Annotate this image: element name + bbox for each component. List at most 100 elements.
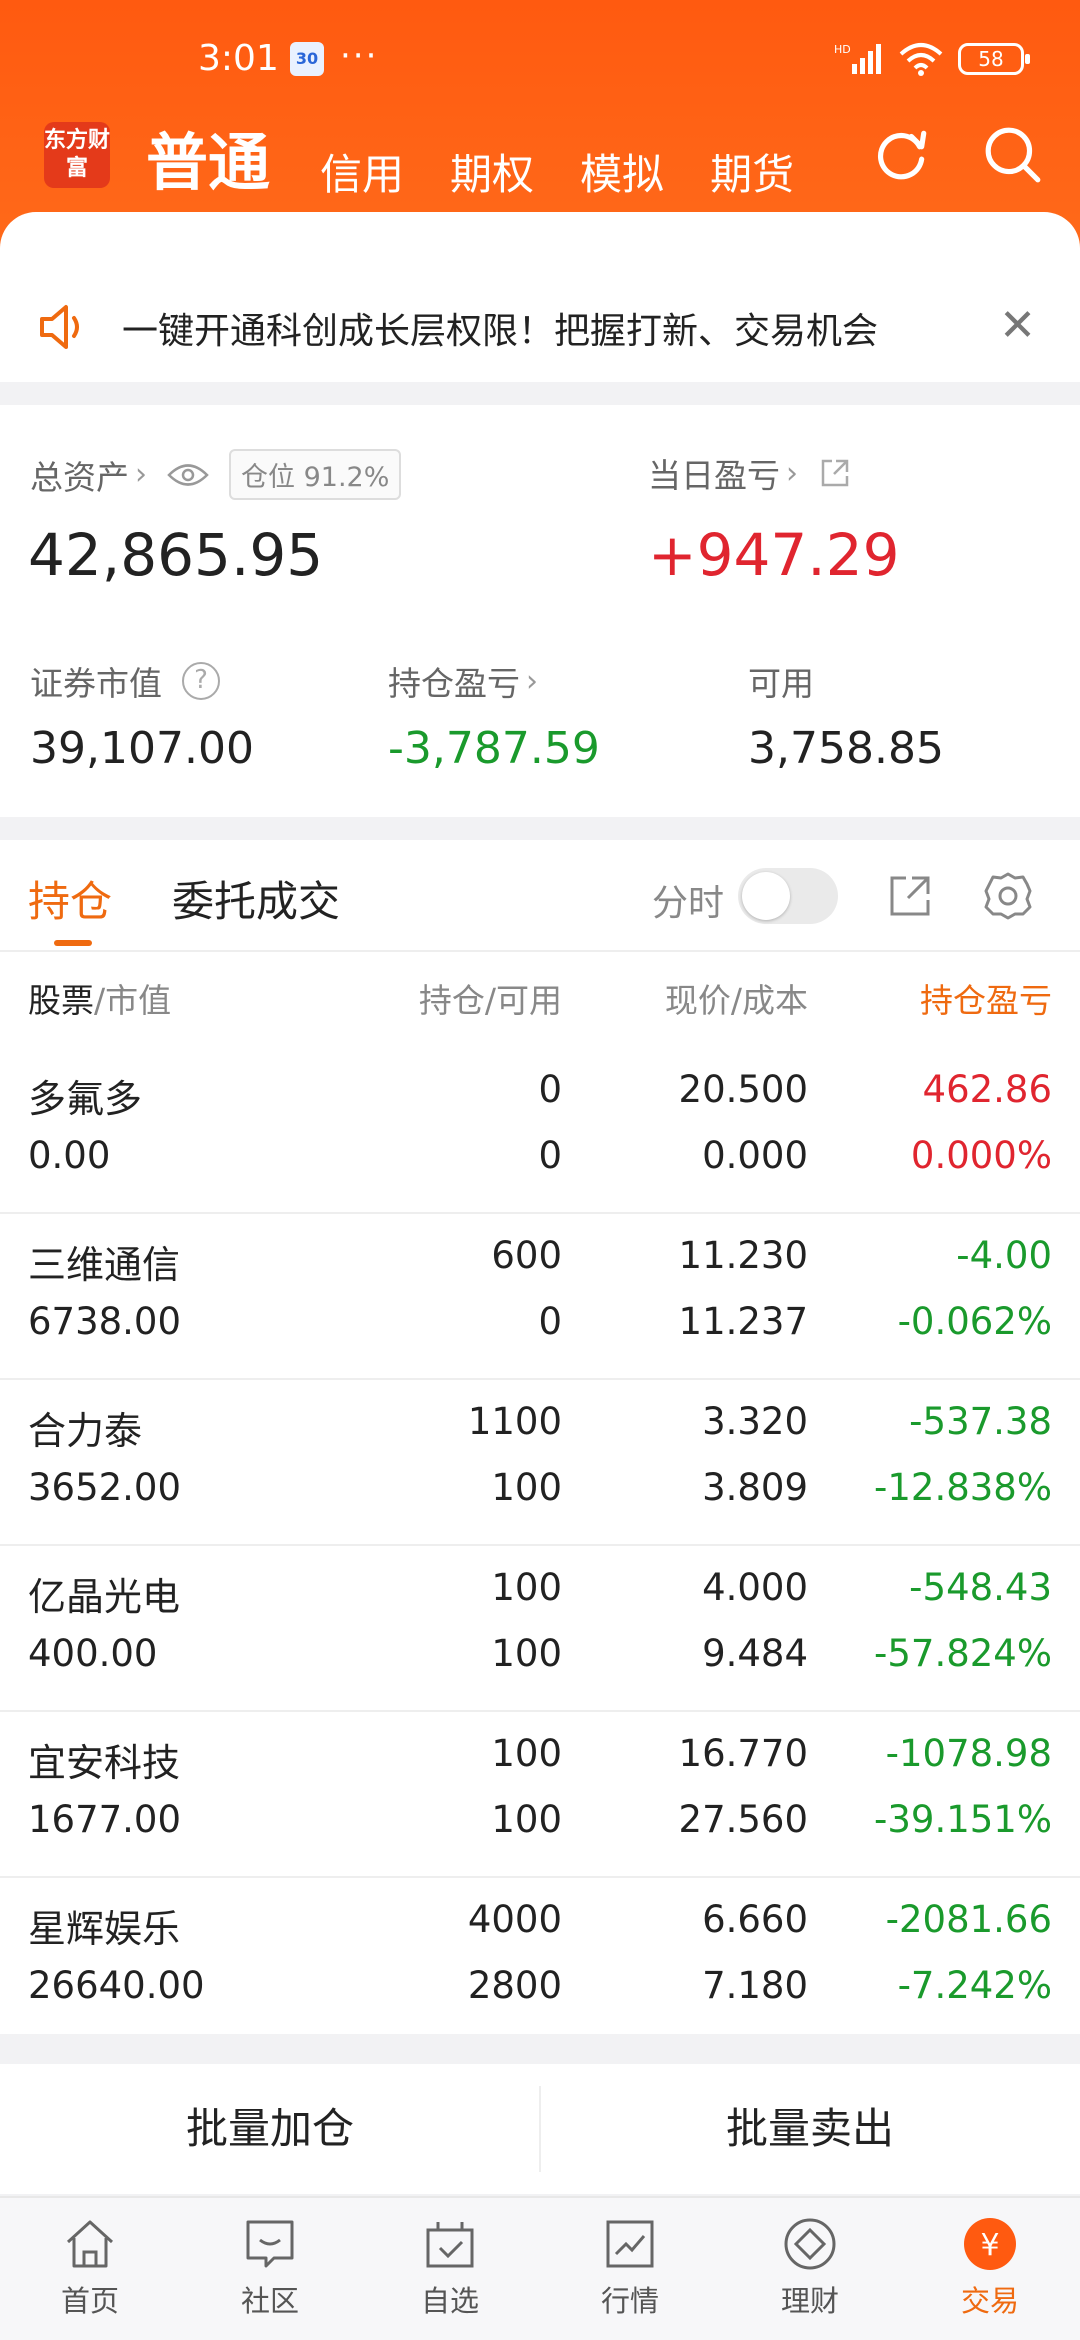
table-row[interactable]: 三维通信 6738.00 600 0 11.230 11.237 -4.00 -…: [0, 1214, 1080, 1380]
fenshi-toggle[interactable]: [738, 868, 838, 924]
tab-normal[interactable]: 普通: [146, 112, 270, 202]
share-icon[interactable]: [818, 456, 852, 490]
current-price: 4.000: [702, 1566, 808, 1609]
stock-name: 三维通信: [28, 1243, 181, 1287]
holding-qty: 600: [491, 1234, 562, 1277]
watchlist-icon: [426, 2222, 474, 2268]
current-price: 6.660: [702, 1898, 808, 1941]
cost-price: 9.484: [702, 1632, 808, 1675]
stock-name: 合力泰: [28, 1409, 143, 1453]
col-price: 现价/成本: [664, 981, 808, 1020]
help-icon[interactable]: ?: [182, 662, 220, 700]
gear-icon[interactable]: [982, 870, 1034, 922]
nav-market[interactable]: 行情: [540, 2214, 720, 2320]
batch-add-button[interactable]: 批量加仓: [0, 2064, 540, 2194]
securities-value: 39,107.00: [30, 723, 254, 774]
available-qty: 0: [538, 1134, 562, 1177]
tab-credit[interactable]: 信用: [320, 141, 404, 202]
pl-amount: -1078.98: [885, 1732, 1052, 1775]
cost-price: 7.180: [702, 1964, 808, 2007]
search-icon[interactable]: [982, 124, 1044, 186]
tab-futures[interactable]: 期货: [710, 141, 794, 202]
nav-wealth[interactable]: 理财: [720, 2214, 900, 2320]
holding-qty: 4000: [467, 1898, 562, 1941]
wifi-icon: [899, 43, 943, 76]
chevron-right-icon: ›: [786, 455, 798, 491]
holdings-panel: 持仓 委托成交 分时 股票/市值 持仓/可用 现价/成本 持仓盈亏 多氟多 0.…: [0, 840, 1080, 2034]
nav-community[interactable]: 社区: [180, 2214, 360, 2320]
more-notifications-icon: ···: [340, 36, 379, 76]
daily-pl-header[interactable]: 当日盈亏 ›: [648, 449, 852, 497]
available-qty: 0: [538, 1300, 562, 1343]
notice-banner[interactable]: 一键开通科创成长层权限！把握打新、交易机会 ✕: [0, 272, 1080, 382]
cost-price: 11.237: [678, 1300, 808, 1343]
cost-price: 0.000: [702, 1134, 808, 1177]
close-icon[interactable]: ✕: [999, 300, 1036, 351]
nav-trade[interactable]: ¥ 交易: [900, 2214, 1080, 2320]
pl-percent: 0.000%: [910, 1134, 1052, 1177]
app-logo: 东方财富: [44, 122, 110, 188]
daily-pl-value: +947.29: [648, 521, 900, 589]
tab-orders[interactable]: 委托成交: [172, 868, 340, 929]
current-price: 3.320: [702, 1400, 808, 1443]
stock-name: 宜安科技: [28, 1741, 181, 1785]
eye-icon[interactable]: [167, 460, 209, 490]
pl-amount: 462.86: [922, 1068, 1052, 1111]
market-value: 400.00: [28, 1632, 158, 1675]
trade-icon: ¥: [964, 2218, 1016, 2270]
notification-icon: 30: [290, 42, 324, 76]
wealth-icon: [784, 2218, 836, 2270]
available-value: 3,758.85: [748, 723, 944, 774]
table-row[interactable]: 亿晶光电 400.00 100 100 4.000 9.484 -548.43 …: [0, 1546, 1080, 1712]
status-bar: 3:01 30 ··· HD 58: [0, 34, 1080, 90]
stock-name: 星辉娱乐: [28, 1907, 181, 1951]
holding-qty: 1100: [467, 1400, 562, 1443]
pl-percent: -0.062%: [897, 1300, 1052, 1343]
holding-qty: 0: [538, 1068, 562, 1111]
notice-text[interactable]: 一键开通科创成长层权限！把握打新、交易机会: [122, 302, 878, 354]
table-row[interactable]: 合力泰 3652.00 1100 100 3.320 3.809 -537.38…: [0, 1380, 1080, 1546]
available-block: 可用 3,758.85: [748, 657, 944, 774]
chevron-right-icon: ›: [135, 457, 147, 492]
content-card-top: [0, 212, 1080, 272]
table-row[interactable]: 宜安科技 1677.00 100 100 16.770 27.560 -1078…: [0, 1712, 1080, 1878]
share-icon[interactable]: [884, 870, 936, 922]
available-qty: 100: [491, 1632, 562, 1675]
pl-amount: -537.38: [909, 1400, 1052, 1443]
pl-percent: -12.838%: [874, 1466, 1052, 1509]
tab-positions[interactable]: 持仓: [28, 868, 112, 929]
pl-amount: -548.43: [909, 1566, 1052, 1609]
top-navigation: 东方财富 普通 信用 期权 模拟 期货: [0, 112, 1080, 212]
table-row[interactable]: 星辉娱乐 26640.00 4000 2800 6.660 7.180 -208…: [0, 1878, 1080, 2044]
current-price: 11.230: [678, 1234, 808, 1277]
nav-watchlist[interactable]: 自选: [360, 2214, 540, 2320]
available-qty: 100: [491, 1466, 562, 1509]
tab-simulation[interactable]: 模拟: [580, 141, 664, 202]
current-price: 16.770: [678, 1732, 808, 1775]
holding-pl-block[interactable]: 持仓盈亏 › -3,787.59: [388, 657, 600, 775]
col-stock: 股票/市值: [28, 981, 172, 1020]
app-header: 3:01 30 ··· HD 58 东方财富 普通 信用 期权 模拟 期货: [0, 0, 1080, 272]
market-icon: [606, 2220, 654, 2268]
refresh-icon[interactable]: [870, 124, 932, 186]
svg-text:¥: ¥: [980, 2228, 999, 2263]
position-ratio-badge: 仓位 91.2%: [229, 449, 402, 500]
cost-price: 27.560: [678, 1798, 808, 1841]
fenshi-label: 分时: [652, 883, 725, 924]
table-row[interactable]: 多氟多 0.00 0 0 20.500 0.000 462.86 0.000%: [0, 1048, 1080, 1214]
available-label: 可用: [748, 664, 814, 703]
batch-sell-button[interactable]: 批量卖出: [540, 2064, 1080, 2194]
pl-amount: -4.00: [956, 1234, 1052, 1277]
tab-options[interactable]: 期权: [450, 141, 534, 202]
col-holding: 持仓/可用: [418, 981, 562, 1020]
market-value: 3652.00: [28, 1466, 182, 1509]
market-value: 0.00: [28, 1134, 111, 1177]
market-value: 26640.00: [28, 1964, 205, 2007]
battery-icon: 58: [958, 43, 1030, 75]
total-assets-label: 总资产: [30, 457, 129, 497]
col-pl[interactable]: 持仓盈亏: [920, 974, 1052, 1022]
holding-qty: 100: [491, 1732, 562, 1775]
nav-home[interactable]: 首页: [0, 2214, 180, 2320]
stock-name: 亿晶光电: [28, 1575, 181, 1619]
total-assets-header[interactable]: 总资产 › 仓位 91.2%: [30, 449, 402, 500]
